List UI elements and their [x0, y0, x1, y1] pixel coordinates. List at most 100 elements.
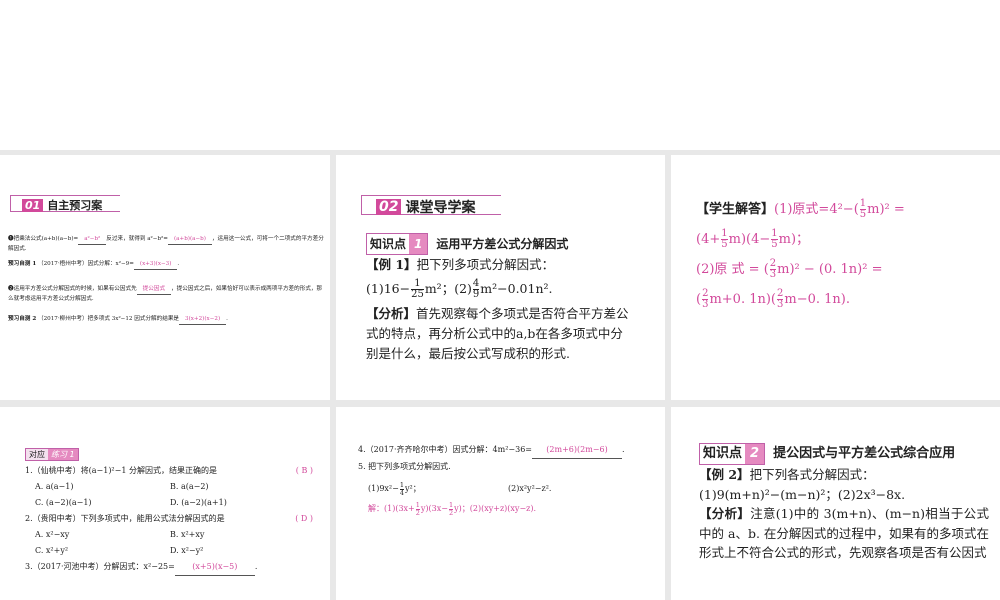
- slide-5[interactable]: 4.（2017·齐齐哈尔中考）因式分解：4m²−36= (2m+6)(2m−6).…: [336, 407, 665, 600]
- text-segment: C. x²+y²: [35, 546, 69, 555]
- knowledge-point-heading: 知识点 2 提公因式与平方差公式综合应用: [699, 443, 989, 465]
- text-segment: m)(4−: [728, 232, 771, 247]
- slide-4[interactable]: 对应 练习 1 1.（仙桃中考）将(a−1)²−1 分解因式，结果正确的是 ( B …: [0, 407, 330, 600]
- analysis: 【分析】首先观察每个多项式是否符合平方差公式的特点，再分析公式中的a,b在各多项…: [366, 304, 631, 364]
- text-segment: m²；(2): [424, 281, 472, 296]
- text-segment: (2)x²y²−z².: [508, 484, 552, 493]
- text-segment: 运用平方差公式分解因式: [436, 237, 569, 251]
- fraction: 23: [777, 289, 784, 310]
- text-segment: 【分析】: [699, 506, 751, 521]
- fraction: 12: [448, 502, 454, 517]
- text-segment: y²；: [404, 484, 421, 493]
- example-2-question: (1)9(m+n)²−(m−n)²；(2)2x³−8x.: [699, 486, 906, 502]
- q1-options-row: A. a(a−1) B. a(a−2): [25, 479, 325, 495]
- text-segment: B. a(a−2): [170, 482, 209, 491]
- text-segment: m−0. 1n).: [784, 292, 850, 307]
- text-segment: m)² =: [867, 202, 905, 217]
- text-segment: B. x²+xy: [170, 530, 205, 539]
- top-blank-area: [0, 0, 1000, 150]
- slide-3[interactable]: 【学生解答】(1)原式=4²−(1 5 m)² = (4+ 1 5 m)(4− 1 5 m)； …: [671, 155, 1000, 400]
- text-segment: (x+5)(x−5): [174, 559, 255, 576]
- text-segment: ( D ): [295, 514, 313, 523]
- fraction: 15: [859, 199, 867, 220]
- text-segment: 【例 2】: [699, 467, 750, 482]
- q1-options-row: C. (a−2)(a−1) D. (a−2)(a+1): [25, 495, 325, 511]
- text-segment: 对应: [26, 449, 48, 460]
- text-segment: A. a(a−1): [35, 482, 74, 491]
- question-5: 5. 把下列多项式分解因式.: [358, 462, 451, 471]
- section-title: 课堂导学案: [405, 200, 476, 216]
- q2-options-row: A. x²−xy B. x²+xy: [25, 527, 325, 543]
- text-segment: m)² − (0. 1n)² =: [777, 262, 883, 277]
- text-segment: (x+3)(x−3): [133, 260, 178, 270]
- example-1-question: (1)16− 1 25 m²；(2) 4 9 m²−0.01n².: [366, 279, 631, 300]
- text-segment: D. x²−y²: [170, 546, 204, 555]
- text-segment: y)(3x−: [420, 504, 448, 513]
- knowledge-point-tag: 知识点 2: [699, 443, 766, 465]
- section-header: 02 课堂导学案: [376, 197, 475, 217]
- solution: 解：(1)(3x+ 1 2 y)(3x− 1 2 y)；(2)(xy+z)(xy−z).: [368, 501, 658, 517]
- slide-sorter-grid: 01 自主预习案 ❶把乘法公式(a+b)(a−b)= a²−b² 反过来，就得到 a…: [0, 150, 1000, 600]
- question-3: 3.（2017·河池中考）分解因式：x²−25= (x+5)(x−5).: [25, 559, 325, 576]
- text-segment: 把下列多项式分解因式：: [416, 257, 555, 272]
- text-segment: y)；(2)(xy+z)(xy−z).: [454, 504, 537, 513]
- text-segment: 3: [702, 299, 709, 310]
- text-segment: 预习自测 1: [8, 261, 37, 267]
- text-segment: (1)16−: [366, 281, 411, 296]
- text-segment: (4+: [696, 232, 721, 247]
- text-segment: 【分析】: [366, 306, 417, 321]
- text-segment: 5: [771, 239, 778, 250]
- text-segment: 知识点: [703, 446, 743, 461]
- exercise-list: 4.（2017·齐齐哈尔中考）因式分解：4m²−36= (2m+6)(2m−6).…: [358, 442, 658, 517]
- text-segment: ❶把乘法公式(a+b)(a−b)=: [8, 236, 79, 242]
- fraction: 23: [769, 259, 777, 280]
- knowledge-point-heading: 知识点 1 运用平方差公式分解因式: [366, 233, 631, 255]
- text-segment: 提公因式: [136, 285, 172, 295]
- question-5-parts: (1)9x²− 1 4 y²； (2)x²y²−z².: [368, 481, 658, 497]
- text-segment: 3: [777, 299, 784, 310]
- slide-1[interactable]: 01 自主预习案 ❶把乘法公式(a+b)(a−b)= a²−b² 反过来，就得到 a…: [0, 155, 330, 400]
- section-header: 01 自主预习案: [22, 197, 102, 213]
- text-segment: （2017·柳州中考）把多项式 3x²−12 因式分解的结果是: [38, 316, 180, 322]
- paragraph-2: ❷运用平方差公式分解因式的时候，如果有公因式先 提公因式 ，提公因式之后，如果恰好可…: [8, 285, 326, 304]
- fraction: 23: [702, 289, 709, 310]
- text-segment: (1)9x²−: [368, 484, 399, 493]
- section-number: 02: [376, 199, 402, 215]
- slide-6[interactable]: 知识点 2 提公因式与平方差公式综合应用 【例 2】把下列各式分解因式： (1)9(…: [671, 407, 1000, 600]
- text-segment: 4.（2017·齐齐哈尔中考）因式分解：4m²−36=: [358, 445, 533, 454]
- text-segment: A. x²−xy: [35, 530, 70, 539]
- text-segment: 2: [448, 508, 454, 517]
- text-segment: 5: [859, 209, 867, 220]
- text-segment: 5: [721, 239, 728, 250]
- text-segment: （2017·梧州中考）因式分解：x²−9=: [38, 261, 134, 267]
- text-segment: m²−0.01n².: [480, 281, 553, 296]
- question-4: 4.（2017·齐齐哈尔中考）因式分解：4m²−36= (2m+6)(2m−6).: [358, 442, 658, 459]
- example-1: 【例 1】把下列多项式分解因式：: [366, 255, 631, 275]
- text-segment: 3: [769, 269, 777, 280]
- text-segment: 提公因式与平方差公式综合应用: [773, 446, 956, 461]
- exercise-tag: 对应 练习 1: [25, 448, 79, 461]
- text-segment: 1.（仙桃中考）将(a−1)²−1 分解因式，结果正确的是: [25, 466, 217, 475]
- text-segment: 4: [399, 488, 404, 497]
- student-answer: 【学生解答】(1)原式=4²−(1 5 m)² = (4+ 1 5 m)(4− 1 5 m)； …: [696, 195, 986, 315]
- text-segment: 解：(1)(3x+: [368, 504, 415, 513]
- text-segment: 3(x+2)(x−2): [179, 315, 227, 325]
- text-segment: 2.（贵阳中考）下列多项式中，能用公式法分解因式的是: [25, 514, 225, 523]
- text-segment: (2)原 式 = (: [696, 262, 769, 277]
- knowledge-point-tag: 知识点 1: [366, 233, 429, 255]
- text-segment: 把下列各式分解因式：: [749, 467, 875, 482]
- slide-body: 知识点 1 运用平方差公式分解因式 【例 1】把下列多项式分解因式： (1)16−…: [366, 233, 631, 364]
- text-segment: C. (a−2)(a−1): [35, 498, 92, 507]
- text-segment: (2m+6)(2m−6): [532, 442, 623, 459]
- text-segment: a²−b²: [78, 235, 107, 245]
- fraction: 49: [472, 279, 480, 300]
- text-segment: (a+b)(a−b): [168, 235, 212, 245]
- fraction: 1 25: [411, 279, 424, 300]
- slide-body: 知识点 2 提公因式与平方差公式综合应用 【例 2】把下列各式分解因式： (1)9(…: [699, 443, 989, 563]
- text-segment: 3.（2017·河池中考）分解因式：x²−25=: [25, 562, 175, 571]
- self-test-1: 预习自测 1 （2017·梧州中考）因式分解：x²−9= (x+3)(x−3).: [8, 260, 326, 270]
- slide-2[interactable]: 02 课堂导学案 知识点 1 运用平方差公式分解因式 【例 1】把下列多项式分解因…: [336, 155, 665, 400]
- analysis: 【分析】注意(1)中的 3(m+n)、(m−n)相当于公式中的 a、b. 在分解…: [699, 504, 989, 563]
- text-segment: 25: [411, 289, 424, 300]
- q2-options-row: C. x²+y² D. x²−y²: [25, 543, 325, 559]
